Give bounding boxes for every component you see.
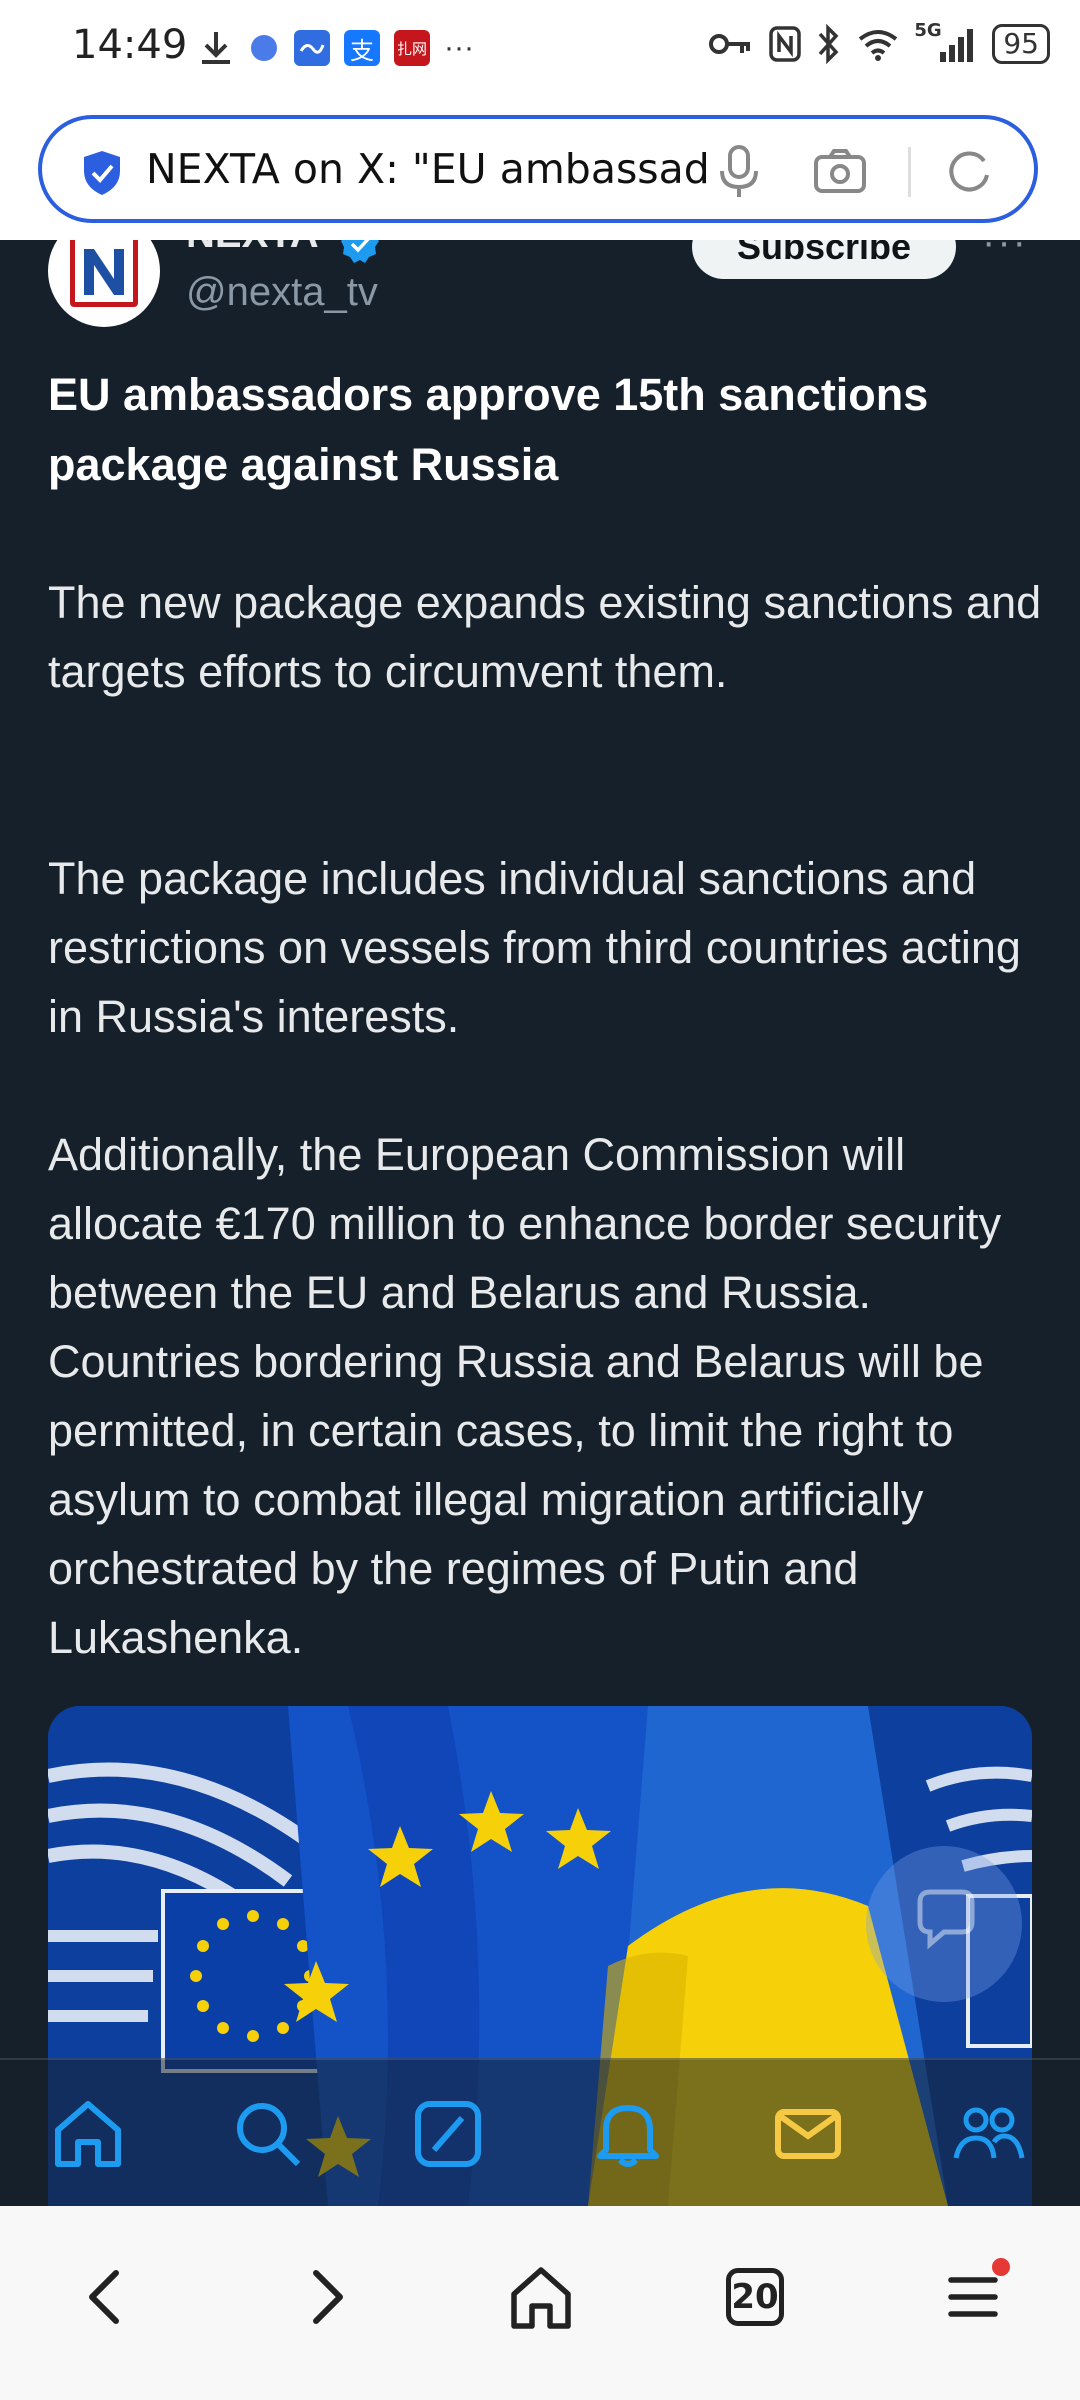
forward-button[interactable] — [282, 2252, 372, 2342]
notification-dot — [992, 2258, 1010, 2276]
menu-button[interactable] — [928, 2252, 1018, 2342]
alipay-icon: 支 — [344, 30, 380, 66]
home-icon[interactable] — [50, 2096, 126, 2172]
notifications-icon[interactable] — [590, 2096, 666, 2172]
post-paragraph-1: The new package expands existing sanctio… — [48, 577, 1042, 697]
image-search-icon[interactable] — [812, 147, 868, 195]
back-button[interactable] — [60, 2252, 150, 2342]
tab-count: 20 — [726, 2268, 784, 2326]
network-type: 5G — [914, 20, 942, 41]
app-icon-1 — [294, 30, 330, 66]
system-icons: 5G 95 — [708, 20, 1050, 64]
blue-dot-icon — [251, 35, 277, 61]
status-time: 14:49 — [72, 22, 188, 68]
more-notifications-icon: ··· — [444, 31, 474, 64]
signal-icon: 5G — [914, 20, 978, 64]
refresh-icon[interactable] — [944, 147, 994, 197]
notification-icons: 支 扎网 ··· — [198, 28, 474, 68]
toolbar-overlay: NEXTA on X: "EU ambassadors approve 15th… — [0, 105, 1080, 240]
bluetooth-icon — [819, 24, 839, 64]
post-paragraph-2: The package includes individual sanction… — [48, 853, 1021, 1042]
author-handle[interactable]: @nexta_tv — [186, 270, 378, 315]
grok-icon[interactable] — [410, 2096, 486, 2172]
post-paragraph-3: Additionally, the European Commission wi… — [48, 1129, 1002, 1663]
status-bar: 14:49 支 扎网 ··· 5G 95 — [0, 0, 1080, 105]
browser-navigation-bar: 20 — [0, 2206, 1080, 2400]
tabs-button[interactable]: 20 — [710, 2252, 800, 2342]
security-shield-icon — [84, 151, 120, 195]
communities-icon[interactable] — [950, 2096, 1026, 2172]
voice-search-icon[interactable] — [712, 143, 766, 199]
post-headline: EU ambassadors approve 15th sanctions pa… — [48, 369, 929, 490]
home-button[interactable] — [496, 2252, 586, 2342]
messages-icon[interactable] — [770, 2096, 846, 2172]
chevron-right-icon — [313, 2270, 343, 2324]
key-icon — [709, 34, 751, 54]
app-icon-2: 扎网 — [394, 30, 430, 66]
nfc-icon — [769, 26, 802, 62]
house-icon — [511, 2267, 571, 2329]
search-icon[interactable] — [230, 2096, 306, 2172]
hamburger-menu-icon — [948, 2277, 998, 2317]
chevron-left-icon — [89, 2270, 119, 2324]
download-icon — [202, 32, 230, 64]
page-title-in-url[interactable]: NEXTA on X: "EU ambassadors approve 15th… — [146, 145, 706, 193]
toolbar-divider — [908, 147, 911, 197]
app-tab-bar — [0, 2058, 1080, 2208]
battery-indicator: 95 — [992, 24, 1050, 64]
wifi-icon — [859, 30, 898, 61]
floating-action-button[interactable] — [866, 1846, 1022, 2002]
address-bar-field[interactable]: NEXTA on X: "EU ambassadors approve 15th… — [38, 115, 1038, 223]
